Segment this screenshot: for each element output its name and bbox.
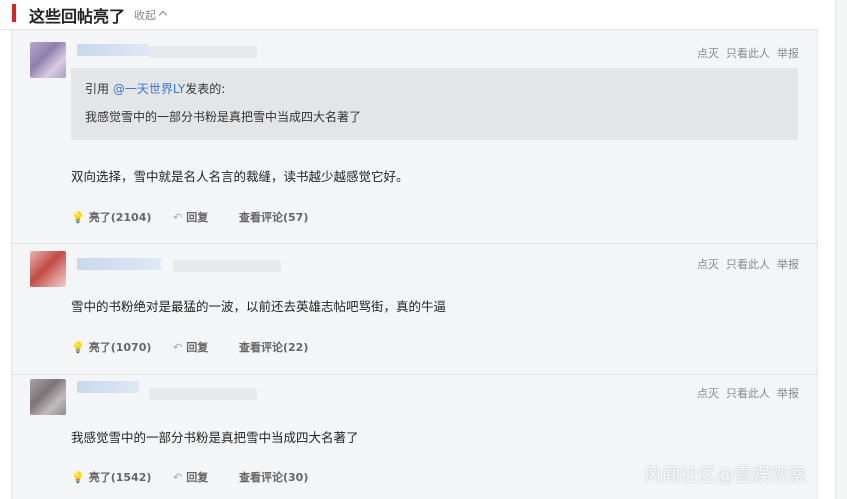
report-link[interactable]: 举报 bbox=[777, 258, 799, 271]
post-divider bbox=[12, 374, 818, 375]
only-author-link[interactable]: 只看此人 bbox=[726, 387, 770, 400]
post-actions: 点灭 只看此人 举报 bbox=[690, 45, 799, 61]
quote-block: 引用 @一天世界LY发表的: 我感觉雪中的一部分书粉是真把雪中当成四大名著了 bbox=[71, 68, 798, 140]
quote-text: 我感觉雪中的一部分书粉是真把雪中当成四大名著了 bbox=[85, 110, 362, 124]
section-title: 这些回帖亮了 bbox=[29, 7, 126, 26]
only-author-link[interactable]: 只看此人 bbox=[726, 258, 770, 271]
reply-post: 点灭 只看此人 举报 雪中的书粉绝对是最猛的一波，以前还去英雄志帖吧骂街，真的牛逼 … bbox=[12, 245, 818, 375]
post-content: 双向选择，雪中就是名人名言的裁缝，读书越少越感觉它好。 bbox=[71, 169, 409, 184]
right-scroll-area bbox=[835, 0, 847, 499]
reply-label: 回复 bbox=[186, 471, 209, 484]
section-marker bbox=[12, 4, 16, 22]
reply-button[interactable]: ↶ 回复 bbox=[173, 209, 208, 225]
lightbulb-icon: 💡 bbox=[71, 211, 85, 224]
like-button[interactable]: 💡 亮了(1070) bbox=[71, 339, 151, 355]
reply-arrow-icon: ↶ bbox=[173, 471, 183, 484]
lightbulb-icon: 💡 bbox=[71, 341, 85, 354]
post-divider bbox=[12, 243, 818, 244]
view-comments-link[interactable]: 查看评论(30) bbox=[239, 469, 308, 485]
like-button[interactable]: 💡 亮了(2104) bbox=[71, 209, 151, 225]
username-blurred[interactable] bbox=[77, 258, 161, 270]
post-actions: 点灭 只看此人 举报 bbox=[690, 385, 799, 401]
quoted-user-link[interactable]: @一天世界LY bbox=[113, 82, 185, 96]
only-author-link[interactable]: 只看此人 bbox=[726, 47, 770, 60]
reply-button[interactable]: ↶ 回复 bbox=[173, 469, 208, 485]
quote-suffix: 发表的: bbox=[185, 82, 226, 96]
section-header: 这些回帖亮了 收起 bbox=[0, 0, 818, 30]
username-blurred[interactable] bbox=[77, 44, 149, 56]
like-count: 亮了(1542) bbox=[88, 471, 152, 484]
post-content: 雪中的书粉绝对是最猛的一波，以前还去英雄志帖吧骂街，真的牛逼 bbox=[71, 299, 447, 314]
chevron-up-icon bbox=[158, 10, 168, 20]
report-link[interactable]: 举报 bbox=[777, 387, 799, 400]
avatar[interactable] bbox=[30, 379, 66, 415]
avatar[interactable] bbox=[30, 42, 66, 78]
avatar[interactable] bbox=[30, 251, 66, 287]
light-off-link[interactable]: 点灭 bbox=[697, 258, 719, 271]
like-count: 亮了(1070) bbox=[88, 341, 152, 354]
reply-post: 点灭 只看此人 举报 引用 @一天世界LY发表的: 我感觉雪中的一部分书粉是真把雪中… bbox=[12, 34, 818, 244]
watermark: 风闻社区@壹娱观察 bbox=[644, 465, 806, 486]
reply-arrow-icon: ↶ bbox=[173, 341, 183, 354]
collapse-button[interactable]: 收起 bbox=[134, 7, 168, 23]
username-blurred[interactable] bbox=[77, 381, 139, 393]
quote-header: 引用 @一天世界LY发表的: bbox=[85, 80, 225, 97]
view-comments-link[interactable]: 查看评论(57) bbox=[239, 209, 308, 225]
post-content: 我感觉雪中的一部分书粉是真把雪中当成四大名著了 bbox=[71, 430, 359, 445]
report-link[interactable]: 举报 bbox=[777, 47, 799, 60]
reply-label: 回复 bbox=[186, 341, 209, 354]
reply-arrow-icon: ↶ bbox=[173, 211, 183, 224]
post-actions: 点灭 只看此人 举报 bbox=[690, 256, 799, 272]
post-meta-blurred bbox=[149, 46, 257, 58]
post-meta-blurred bbox=[149, 388, 257, 400]
reply-label: 回复 bbox=[186, 211, 209, 224]
like-count: 亮了(2104) bbox=[88, 211, 152, 224]
post-meta-blurred bbox=[173, 260, 281, 272]
like-button[interactable]: 💡 亮了(1542) bbox=[71, 469, 151, 485]
lightbulb-icon: 💡 bbox=[71, 471, 85, 484]
light-off-link[interactable]: 点灭 bbox=[697, 387, 719, 400]
light-off-link[interactable]: 点灭 bbox=[697, 47, 719, 60]
collapse-label: 收起 bbox=[134, 9, 156, 22]
quote-prefix: 引用 bbox=[85, 82, 113, 96]
view-comments-link[interactable]: 查看评论(22) bbox=[239, 339, 308, 355]
reply-button[interactable]: ↶ 回复 bbox=[173, 339, 208, 355]
